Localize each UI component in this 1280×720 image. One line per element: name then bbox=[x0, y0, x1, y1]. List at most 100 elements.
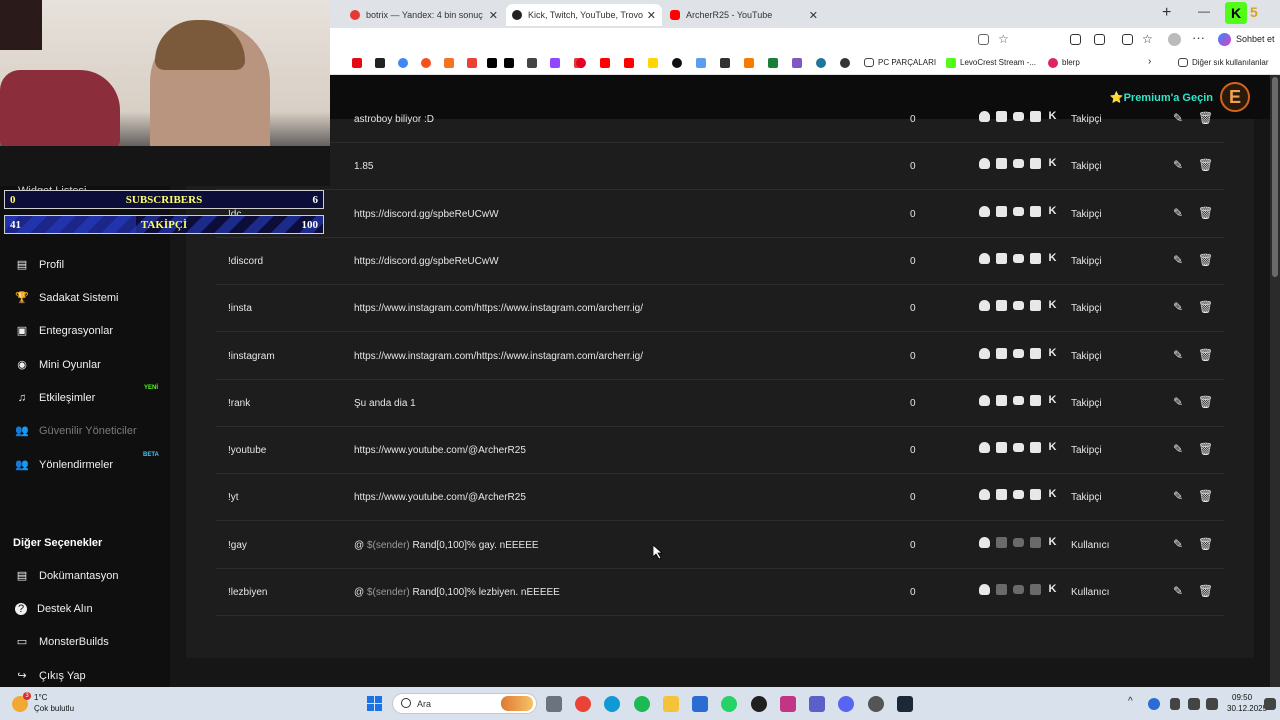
teams-icon[interactable] bbox=[809, 696, 825, 712]
new-tab-icon[interactable]: + bbox=[1162, 4, 1171, 22]
whatsapp-icon[interactable] bbox=[721, 696, 737, 712]
file-explorer-icon[interactable] bbox=[663, 696, 679, 712]
delete-trash-icon[interactable]: 🗑 bbox=[1198, 489, 1213, 503]
instagram-icon[interactable] bbox=[780, 696, 796, 712]
edge-icon[interactable] bbox=[604, 696, 620, 712]
edit-pencil-icon[interactable]: ✎ bbox=[1173, 253, 1183, 267]
sidebar-item-profil[interactable]: ▤ Profil bbox=[15, 259, 64, 271]
discord-icon[interactable] bbox=[838, 696, 854, 712]
edit-pencil-icon[interactable]: ✎ bbox=[1173, 158, 1183, 172]
delete-trash-icon[interactable]: 🗑 bbox=[1198, 442, 1213, 456]
sidebar-item-destek[interactable]: ? Destek Alın bbox=[15, 603, 93, 615]
address-bar[interactable]: ☆ ☆ ··· Sohbet et bbox=[330, 28, 1280, 52]
kick-extension-icon[interactable]: K bbox=[1225, 2, 1247, 24]
user-avatar[interactable]: E bbox=[1220, 82, 1250, 112]
bookmark-blerp[interactable]: blerp bbox=[1062, 58, 1080, 67]
tab-youtube[interactable]: ArcherR25 - YouTube ✕ bbox=[664, 4, 824, 26]
edit-pencil-icon[interactable]: ✎ bbox=[1173, 300, 1183, 314]
sidebar-item-entegrasyonlar[interactable]: ▣ Entegrasyonlar bbox=[15, 325, 113, 337]
puzzle-icon[interactable] bbox=[1094, 34, 1105, 45]
delete-trash-icon[interactable]: 🗑 bbox=[1198, 111, 1213, 125]
edit-pencil-icon[interactable]: ✎ bbox=[1173, 537, 1183, 551]
kick-bookmark-icon[interactable] bbox=[946, 58, 956, 68]
sidebar-item-monsterbuilds[interactable]: ▭ MonsterBuilds bbox=[15, 636, 109, 648]
microphone-icon[interactable] bbox=[1170, 698, 1180, 710]
chatgpt-icon[interactable] bbox=[751, 696, 767, 712]
favorites-icon[interactable]: ☆ bbox=[1142, 32, 1153, 46]
chevron-right-icon[interactable]: › bbox=[1148, 56, 1151, 67]
youtube-bookmark-icon[interactable] bbox=[600, 58, 610, 68]
delete-trash-icon[interactable]: 🗑 bbox=[1198, 584, 1213, 598]
star-icon[interactable]: ☆ bbox=[998, 32, 1009, 46]
x-bookmark-icon[interactable] bbox=[487, 58, 497, 68]
blerp-bookmark-icon[interactable] bbox=[1048, 58, 1058, 68]
edit-pencil-icon[interactable]: ✎ bbox=[1173, 111, 1183, 125]
scrollbar-thumb[interactable] bbox=[1272, 77, 1278, 277]
clock-date[interactable]: 30.12.2025 bbox=[1227, 704, 1267, 713]
bookmark-icon[interactable] bbox=[768, 58, 778, 68]
sidebar-item-dokumantasyon[interactable]: ▤ Dokümantasyon bbox=[15, 570, 119, 582]
bookmark-icon[interactable] bbox=[504, 58, 514, 68]
notification-bell-icon[interactable] bbox=[1264, 698, 1276, 710]
google-bookmark-icon[interactable] bbox=[398, 58, 408, 68]
bookmark-icon[interactable] bbox=[672, 58, 682, 68]
tab-yandex[interactable]: botrix — Yandex: 4 bin sonuç bulu ✕ bbox=[344, 4, 504, 26]
steam-icon[interactable] bbox=[897, 696, 913, 712]
tray-icon[interactable] bbox=[1148, 698, 1160, 710]
minimize-icon[interactable]: — bbox=[1198, 4, 1210, 18]
delete-trash-icon[interactable]: 🗑 bbox=[1198, 348, 1213, 362]
clock-time[interactable]: 09:50 bbox=[1232, 693, 1252, 702]
tab-botrix[interactable]: Kick, Twitch, YouTube, Trovo ve Di ✕ bbox=[506, 4, 662, 26]
translate-icon[interactable] bbox=[978, 34, 989, 45]
bookmark-pc-parts[interactable]: PC PARÇALARI bbox=[878, 58, 936, 67]
bookmark-levocrest[interactable]: LevoCrest Stream -... bbox=[960, 58, 1036, 67]
close-icon[interactable]: ✕ bbox=[809, 9, 818, 22]
bookmark-icon[interactable] bbox=[527, 58, 537, 68]
obs-icon[interactable] bbox=[868, 696, 884, 712]
delete-trash-icon[interactable]: 🗑 bbox=[1198, 206, 1213, 220]
sidebar-item-guvenilir[interactable]: 👥 Güvenilir Yöneticiler bbox=[15, 425, 136, 437]
gmail-bookmark-icon[interactable] bbox=[467, 58, 477, 68]
edit-pencil-icon[interactable]: ✎ bbox=[1173, 489, 1183, 503]
sidebar-item-mini-oyunlar[interactable]: ◉ Mini Oyunlar bbox=[15, 359, 101, 371]
split-screen-icon[interactable] bbox=[1122, 34, 1133, 45]
extension-icon[interactable] bbox=[1070, 34, 1081, 45]
netflix-bookmark-icon[interactable] bbox=[352, 58, 362, 68]
delete-trash-icon[interactable]: 🗑 bbox=[1198, 300, 1213, 314]
sidebar-item-yonlendirmeler[interactable]: 👥 Yönlendirmeler bbox=[15, 459, 113, 471]
bookmark-other-favorites[interactable]: Diğer sık kullanılanlar bbox=[1192, 58, 1268, 67]
edit-pencil-icon[interactable]: ✎ bbox=[1173, 206, 1183, 220]
spotify-icon[interactable] bbox=[634, 696, 650, 712]
bookmark-icon[interactable] bbox=[696, 58, 706, 68]
close-icon[interactable]: ✕ bbox=[489, 9, 498, 22]
bookmark-icon[interactable] bbox=[792, 58, 802, 68]
task-view-icon[interactable] bbox=[546, 696, 562, 712]
sidebar-item-etkilesimler[interactable]: ♫ Etkileşimler bbox=[15, 392, 95, 404]
sidebar-item-sadakat[interactable]: 🏆 Sadakat Sistemi bbox=[15, 292, 118, 304]
bookmark-icon[interactable] bbox=[744, 58, 754, 68]
delete-trash-icon[interactable]: 🗑 bbox=[1198, 537, 1213, 551]
twitch-bookmark-icon[interactable] bbox=[550, 58, 560, 68]
page-scrollbar[interactable] bbox=[1270, 75, 1280, 687]
bookmark-icon[interactable] bbox=[444, 58, 454, 68]
edit-pencil-icon[interactable]: ✎ bbox=[1173, 395, 1183, 409]
delete-trash-icon[interactable]: 🗑 bbox=[1198, 158, 1213, 172]
bookmark-icon[interactable] bbox=[421, 58, 431, 68]
profile-avatar[interactable] bbox=[1168, 33, 1181, 46]
store-icon[interactable] bbox=[692, 696, 708, 712]
amazon-bookmark-icon[interactable] bbox=[375, 58, 385, 68]
pinterest-bookmark-icon[interactable] bbox=[576, 58, 586, 68]
chrome-icon[interactable] bbox=[575, 696, 591, 712]
chevron-up-icon[interactable]: ^ bbox=[1128, 696, 1133, 707]
delete-trash-icon[interactable]: 🗑 bbox=[1198, 395, 1213, 409]
bookmark-icon[interactable] bbox=[720, 58, 730, 68]
volume-icon[interactable] bbox=[1206, 698, 1218, 710]
chat-button[interactable]: Sohbet et bbox=[1236, 34, 1275, 44]
wordpress-bookmark-icon[interactable] bbox=[816, 58, 826, 68]
bookmark-icon[interactable] bbox=[648, 58, 658, 68]
copilot-icon[interactable] bbox=[1218, 33, 1231, 46]
delete-trash-icon[interactable]: 🗑 bbox=[1198, 253, 1213, 267]
sidebar-item-cikis[interactable]: ↪ Çıkış Yap bbox=[15, 670, 85, 682]
wifi-icon[interactable] bbox=[1188, 698, 1200, 710]
youtube-bookmark-icon[interactable] bbox=[624, 58, 634, 68]
